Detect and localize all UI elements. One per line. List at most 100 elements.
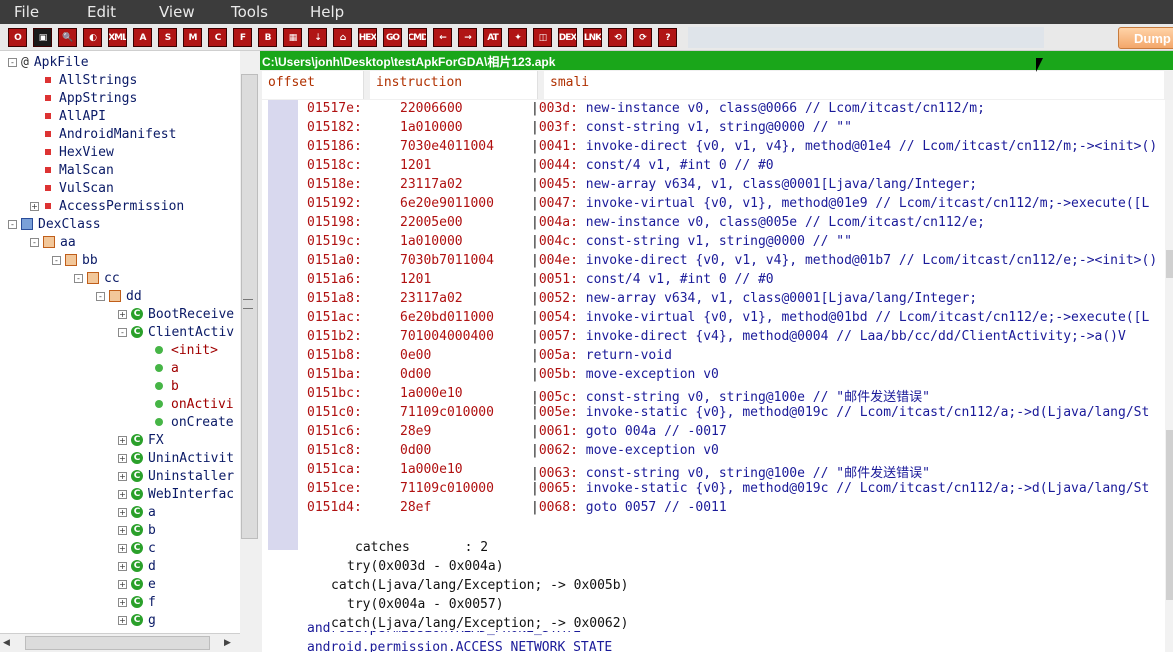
- toolbar-icon-24-icon[interactable]: LNK: [583, 28, 602, 47]
- scroll-right-icon[interactable]: ▶: [224, 638, 231, 648]
- collapse-icon[interactable]: -: [74, 273, 83, 283]
- toolbar-icon-19-icon[interactable]: →: [458, 28, 477, 47]
- tree-node[interactable]: HexView: [30, 143, 114, 161]
- tree-node[interactable]: + Cg: [118, 611, 156, 629]
- toolbar-icon-21-icon[interactable]: ✦: [508, 28, 527, 47]
- expand-icon[interactable]: +: [118, 309, 127, 319]
- code-row[interactable]: 015192: 6e20e9011000 |0047: invoke-virtual…: [307, 196, 1149, 215]
- toolbar-icon-8-icon[interactable]: M: [183, 28, 202, 47]
- code-row[interactable]: 01518e: 23117a02 |0045: new-array v634, v1…: [307, 177, 977, 196]
- code-row[interactable]: 0151d4: 28ef |0068: goto 0057 // -0011: [307, 500, 727, 519]
- code-row[interactable]: 0151c0: 71109c010000 |005e: invoke-static …: [307, 405, 1149, 424]
- tree-node[interactable]: - dd: [96, 287, 142, 305]
- collapse-icon[interactable]: -: [96, 291, 105, 301]
- code-row[interactable]: 0151c8: 0d00 |0062: move-exception v0: [307, 443, 719, 462]
- toolbar-icon-5-icon[interactable]: XML: [108, 28, 127, 47]
- tree-hscrollbar[interactable]: ◀ ▶: [0, 633, 240, 652]
- tree-node[interactable]: <init>: [140, 341, 218, 359]
- menu-tools[interactable]: Tools: [231, 3, 268, 21]
- tree-node[interactable]: - @ ApkFile: [8, 53, 89, 71]
- code-row[interactable]: 01517e: 22006600 |003d: new-instance v0, c…: [307, 101, 985, 120]
- tree-node[interactable]: + Cd: [118, 557, 156, 575]
- tree-node[interactable]: MalScan: [30, 161, 114, 179]
- collapse-icon[interactable]: -: [8, 219, 17, 229]
- code-scrollbar-thumb[interactable]: [1166, 250, 1173, 278]
- tree-node[interactable]: AllStrings: [30, 71, 137, 89]
- tree-node[interactable]: + C FX: [118, 431, 164, 449]
- scroll-left-icon[interactable]: ◀: [3, 638, 10, 648]
- toolbar-icon-11-icon[interactable]: B: [258, 28, 277, 47]
- toolbar-icon-15-icon[interactable]: HEX: [358, 28, 377, 47]
- toolbar-icon-2-icon[interactable]: ▣: [33, 28, 52, 47]
- menu-file[interactable]: File: [14, 3, 39, 21]
- tree-node[interactable]: onActivi: [140, 395, 234, 413]
- expand-icon[interactable]: +: [118, 615, 127, 625]
- toolbar-icon-18-icon[interactable]: ←: [433, 28, 452, 47]
- expand-icon[interactable]: +: [118, 579, 127, 589]
- toolbar-icon-7-icon[interactable]: S: [158, 28, 177, 47]
- tree-node[interactable]: + Cf: [118, 593, 156, 611]
- toolbar-icon-4-icon[interactable]: ◐: [83, 28, 102, 47]
- code-scrollbar[interactable]: [1165, 100, 1173, 652]
- code-row[interactable]: 01518c: 1201 |0044: const/4 v1, #int 0 // …: [307, 158, 774, 177]
- toolbar-icon-22-icon[interactable]: ◫: [533, 28, 552, 47]
- column-instruction[interactable]: instruction: [370, 71, 538, 99]
- code-row[interactable]: 015182: 1a010000 |003f: const-string v1, s…: [307, 120, 852, 139]
- tree-node[interactable]: + Cc: [118, 539, 156, 557]
- toolbar-icon-9-icon[interactable]: C: [208, 28, 227, 47]
- tree-node[interactable]: b: [140, 377, 179, 395]
- menu-help[interactable]: Help: [310, 3, 344, 21]
- toolbar-icon-27-icon[interactable]: ?: [658, 28, 677, 47]
- code-row[interactable]: 0151b8: 0e00 |005a: return-void: [307, 348, 672, 367]
- toolbar-icon-26-icon[interactable]: ⟳: [633, 28, 652, 47]
- expand-icon[interactable]: +: [118, 435, 127, 445]
- collapse-icon[interactable]: -: [8, 57, 17, 67]
- expand-icon[interactable]: +: [118, 453, 127, 463]
- tree-node[interactable]: a: [140, 359, 179, 377]
- expand-icon[interactable]: +: [118, 543, 127, 553]
- toolbar-icon-10-icon[interactable]: F: [233, 28, 252, 47]
- code-row[interactable]: 015186: 7030e4011004 |0041: invoke-direct …: [307, 139, 1157, 158]
- toolbar-icon-17-icon[interactable]: CMD: [408, 28, 427, 47]
- expand-icon[interactable]: +: [118, 561, 127, 571]
- tree-node[interactable]: - DexClass: [8, 215, 101, 233]
- tree-node[interactable]: - C ClientActiv: [118, 323, 234, 341]
- menu-view[interactable]: View: [159, 3, 195, 21]
- code-row[interactable]: 0151ca: 1a000e10 |0063: const-string v0, s…: [307, 462, 930, 481]
- collapse-icon[interactable]: -: [52, 255, 61, 265]
- expand-icon[interactable]: +: [118, 525, 127, 535]
- expand-icon[interactable]: +: [118, 597, 127, 607]
- tree-node[interactable]: onCreate: [140, 413, 234, 431]
- tree-node[interactable]: + Cb: [118, 521, 156, 539]
- menu-edit[interactable]: Edit: [87, 3, 116, 21]
- toolbar-icon-23-icon[interactable]: DEX: [558, 28, 577, 47]
- expand-icon[interactable]: +: [118, 507, 127, 517]
- tree-node[interactable]: + C BootReceive: [118, 305, 234, 323]
- code-row[interactable]: 0151ce: 71109c010000 |0065: invoke-static …: [307, 481, 1149, 500]
- tree-node[interactable]: VulScan: [30, 179, 114, 197]
- collapse-icon[interactable]: -: [30, 237, 39, 247]
- code-row[interactable]: 0151c6: 28e9 |0061: goto 004a // -0017: [307, 424, 727, 443]
- toolbar-icon-20-icon[interactable]: AT: [483, 28, 502, 47]
- expand-icon[interactable]: +: [118, 489, 127, 499]
- tree-node[interactable]: + AccessPermission: [30, 197, 184, 215]
- tree-node[interactable]: - aa: [30, 233, 76, 251]
- code-row[interactable]: 0151ac: 6e20bd011000 |0054: invoke-virtual…: [307, 310, 1149, 329]
- toolbar-icon-6-icon[interactable]: A: [133, 28, 152, 47]
- column-offset[interactable]: offset: [262, 71, 364, 99]
- code-row[interactable]: 015198: 22005e00 |004a: new-instance v0, c…: [307, 215, 985, 234]
- code-scrollbar-thumb[interactable]: [1166, 430, 1173, 600]
- dump-button[interactable]: Dump: [1118, 27, 1173, 49]
- tree-node[interactable]: AppStrings: [30, 89, 137, 107]
- toolbar-icon-1-icon[interactable]: O: [8, 28, 27, 47]
- tree-node[interactable]: + C WebInterfac: [118, 485, 234, 503]
- tree-node[interactable]: AndroidManifest: [30, 125, 176, 143]
- tree-node[interactable]: - cc: [74, 269, 120, 287]
- column-smali[interactable]: smali: [544, 71, 1164, 99]
- code-row[interactable]: 0151b2: 701004000400 |0057: invoke-direct …: [307, 329, 1126, 348]
- code-row[interactable]: 0151bc: 1a000e10 |005c: const-string v0, s…: [307, 386, 930, 405]
- code-row[interactable]: 0151a8: 23117a02 |0052: new-array v634, v1…: [307, 291, 977, 310]
- tree-node[interactable]: + Ca: [118, 503, 156, 521]
- tree-node[interactable]: + C UninActivit: [118, 449, 234, 467]
- code-row[interactable]: 01519c: 1a010000 |004c: const-string v1, s…: [307, 234, 852, 253]
